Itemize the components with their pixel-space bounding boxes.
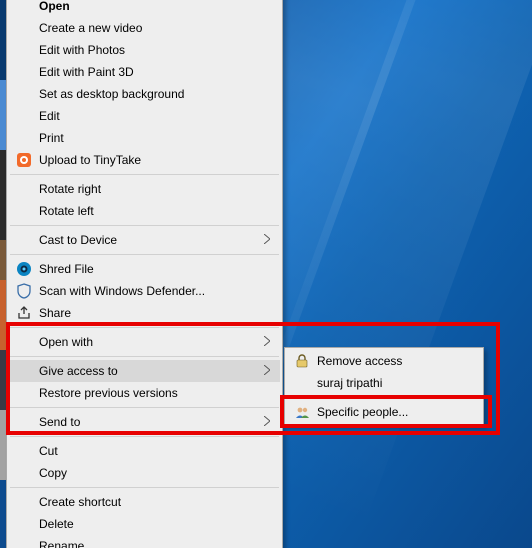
menu-shred[interactable]: Shred File <box>9 258 280 280</box>
menu-create-shortcut[interactable]: Create shortcut <box>9 491 280 513</box>
chevron-right-icon <box>264 234 270 244</box>
menu-edit[interactable]: Edit <box>9 105 280 127</box>
menu-defender[interactable]: Scan with Windows Defender... <box>9 280 280 302</box>
menu-edit-photos[interactable]: Edit with Photos <box>9 39 280 61</box>
lock-icon <box>294 353 310 369</box>
submenu-specific-people[interactable]: Specific people... <box>287 401 481 423</box>
menu-label: Cast to Device <box>39 233 252 247</box>
menu-create-video[interactable]: Create a new video <box>9 17 280 39</box>
menu-label: Edit <box>39 109 252 123</box>
menu-label: Create a new video <box>39 21 252 35</box>
separator <box>10 356 279 357</box>
menu-give-access[interactable]: Give access to <box>9 360 280 382</box>
menu-label: Rename <box>39 539 252 548</box>
menu-open[interactable]: Open <box>9 0 280 17</box>
menu-label: Give access to <box>39 364 252 378</box>
menu-rename[interactable]: Rename <box>9 535 280 548</box>
chevron-right-icon <box>264 336 270 346</box>
menu-open-with[interactable]: Open with <box>9 331 280 353</box>
separator <box>10 327 279 328</box>
menu-label: Edit with Paint 3D <box>39 65 252 79</box>
menu-label: Set as desktop background <box>39 87 252 101</box>
menu-label: Share <box>39 306 252 320</box>
menu-label: Rotate left <box>39 204 252 218</box>
menu-delete[interactable]: Delete <box>9 513 280 535</box>
menu-label: Restore previous versions <box>39 386 252 400</box>
menu-cast[interactable]: Cast to Device <box>9 229 280 251</box>
menu-label: Create shortcut <box>39 495 252 509</box>
menu-label: Print <box>39 131 252 145</box>
menu-label: Shred File <box>39 262 252 276</box>
submenu-user[interactable]: suraj tripathi <box>287 372 481 394</box>
give-access-submenu: Remove access suraj tripathi Specific pe… <box>284 347 484 426</box>
menu-label: Cut <box>39 444 252 458</box>
submenu-remove-access[interactable]: Remove access <box>287 350 481 372</box>
submenu-label: Remove access <box>317 354 471 368</box>
submenu-label: Specific people... <box>317 405 471 419</box>
share-icon <box>16 305 32 321</box>
menu-label: Copy <box>39 466 252 480</box>
menu-label: Rotate right <box>39 182 252 196</box>
menu-label: Open with <box>39 335 252 349</box>
people-icon <box>294 404 310 420</box>
chevron-right-icon <box>264 365 270 375</box>
separator <box>10 174 279 175</box>
menu-rotate-left[interactable]: Rotate left <box>9 200 280 222</box>
menu-label: Open <box>39 0 252 13</box>
menu-copy[interactable]: Copy <box>9 462 280 484</box>
menu-label: Upload to TinyTake <box>39 153 252 167</box>
separator <box>10 225 279 226</box>
menu-set-background[interactable]: Set as desktop background <box>9 83 280 105</box>
menu-restore-previous[interactable]: Restore previous versions <box>9 382 280 404</box>
chevron-right-icon <box>264 416 270 426</box>
menu-label: Scan with Windows Defender... <box>39 284 252 298</box>
submenu-label: suraj tripathi <box>317 376 471 390</box>
tinytake-icon <box>16 152 32 168</box>
menu-send-to[interactable]: Send to <box>9 411 280 433</box>
menu-rotate-right[interactable]: Rotate right <box>9 178 280 200</box>
menu-label: Edit with Photos <box>39 43 252 57</box>
menu-share[interactable]: Share <box>9 302 280 324</box>
menu-print[interactable]: Print <box>9 127 280 149</box>
separator <box>288 397 480 398</box>
menu-label: Send to <box>39 415 252 429</box>
separator <box>10 407 279 408</box>
context-menu: Open Create a new video Edit with Photos… <box>6 0 283 548</box>
separator <box>10 254 279 255</box>
menu-upload-tinytake[interactable]: Upload to TinyTake <box>9 149 280 171</box>
defender-icon <box>16 283 32 299</box>
menu-cut[interactable]: Cut <box>9 440 280 462</box>
shred-icon <box>16 261 32 277</box>
menu-label: Delete <box>39 517 252 531</box>
separator <box>10 436 279 437</box>
separator <box>10 487 279 488</box>
menu-edit-paint3d[interactable]: Edit with Paint 3D <box>9 61 280 83</box>
